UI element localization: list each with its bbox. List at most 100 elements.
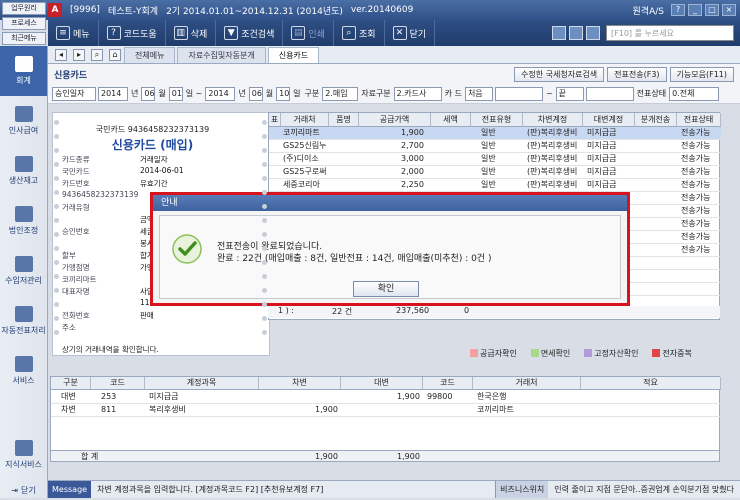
grid-header[interactable]: 차변계정 [523, 113, 583, 127]
card-from-input[interactable]: 처음 [464, 86, 493, 101]
grid-header[interactable]: 공급가액 [359, 113, 431, 127]
remote-as-button[interactable]: 원격A/S [629, 4, 668, 17]
journal-header[interactable]: 대변 [341, 377, 423, 390]
sidebar-item-income[interactable]: 수입저관리 [0, 246, 47, 296]
national-tax-button[interactable]: 수정한 국세청자료검색 [514, 66, 605, 82]
grid-row[interactable]: 코끼리마트 1,900 일반 (판)복리후생비 미지급금 전송가능 [269, 127, 721, 140]
ok-button[interactable]: 확인 [353, 281, 419, 297]
tab-credit-card[interactable]: 신용카드 [267, 47, 320, 63]
sidebar-item-inventory[interactable]: 생산재고 [0, 146, 47, 196]
div-select[interactable]: 2.매입 [322, 86, 359, 101]
slip-status-label: 전표상태 [636, 89, 667, 98]
delete-button[interactable]: ▥ 삭제 [166, 20, 217, 46]
refresh-icon[interactable] [552, 26, 566, 40]
to-year-input[interactable]: 2014 [205, 86, 236, 101]
journal-header[interactable]: 거래처 [473, 377, 581, 390]
card-from-name[interactable] [494, 86, 543, 101]
grid-header[interactable]: 대변계정 [583, 113, 635, 127]
card-field-row: 전화번호 판매 [62, 310, 242, 320]
sidebar-item-knowledge[interactable]: 지식서비스 [0, 430, 47, 480]
cell-status: 전송가능 [681, 180, 711, 189]
grid-header[interactable]: 품명 [329, 113, 359, 127]
journal-header[interactable]: 코드 [423, 377, 473, 390]
quick-button-recent[interactable]: 최근메뉴 [2, 32, 46, 45]
card-to-input[interactable]: 끝 [555, 86, 584, 101]
grid-row[interactable]: 세중코리아 2,250 일반 (판)복리후생비 미지급금 전송가능 [269, 179, 721, 192]
grid-header[interactable]: 거래처 [281, 113, 329, 127]
punch-hole [54, 162, 59, 167]
trash-icon: ▥ [173, 26, 188, 40]
card-field-key [62, 214, 140, 224]
quick-button-principle[interactable]: 업무원리 [2, 2, 46, 15]
punch-hole [262, 288, 267, 293]
from-year-input[interactable]: 2014 [98, 86, 128, 101]
journal-row[interactable]: 차변 811 복리후생비 1,900 코끼리마트 [51, 404, 721, 417]
close-icon[interactable]: × [722, 4, 736, 16]
menu-button[interactable]: ≡ 메뉴 [48, 20, 99, 46]
legend-supplier: 공급자확인 [470, 346, 517, 360]
library-icon [14, 440, 33, 456]
tab-all-menu[interactable]: 전체메뉴 [124, 47, 176, 63]
journal-header[interactable]: 코드 [91, 377, 145, 390]
grid-row[interactable]: (주)디이소 3,000 일반 (판)복리후생비 미지급금 전송가능 [269, 153, 721, 166]
grid-header[interactable]: 전표유형 [471, 113, 523, 127]
note-icon[interactable] [586, 26, 600, 40]
maximize-icon[interactable]: □ [705, 4, 719, 16]
sidebar-item-close[interactable]: ⇥ 닫기 [0, 480, 47, 500]
slip-status-select[interactable]: 0.전체 [669, 86, 720, 101]
src-select[interactable]: 2.카드사 [393, 86, 442, 101]
from-month-input[interactable]: 06 [141, 86, 156, 101]
card-field-row: 카드번호 유효기간 [62, 178, 242, 188]
page-title: 신용카드 [54, 70, 88, 81]
help-icon[interactable]: ? [671, 4, 685, 16]
status-bar: Message 차변 계정과목을 입력합니다. [계정과목코드 F2] [추천유… [48, 480, 740, 498]
cell-type: 일반 [481, 154, 496, 163]
grid-header[interactable]: 전표상태 [677, 113, 721, 127]
code-help-button[interactable]: ? 코드도움 [99, 20, 166, 46]
minimize-icon[interactable]: _ [688, 4, 702, 16]
to-day-input[interactable]: 10 [276, 86, 291, 101]
sidebar-item-corp[interactable]: 법인조정 [0, 196, 47, 246]
sidebar-item-accounting[interactable]: 회계 [0, 46, 47, 96]
journal-header[interactable]: 구분 [51, 377, 91, 390]
search-icon[interactable]: ⌕ [91, 49, 103, 61]
journal-header[interactable]: 적요 [581, 377, 721, 390]
journal-vendor: 코끼리마트 [477, 405, 514, 414]
date-type-select[interactable]: 승인일자 [52, 86, 96, 101]
sidebar: 회계 인사급여 생산재고 법인조정 수입저관리 자동전표처리 서비스 지식서비스… [0, 46, 48, 498]
sidebar-item-auto-slip[interactable]: 자동전표처리 [0, 296, 47, 346]
calc-icon[interactable] [569, 26, 583, 40]
grid-header[interactable]: 분개전송 [635, 113, 677, 127]
grid-header[interactable]: 세액 [431, 113, 471, 127]
total-label: 1 ) : [278, 306, 294, 315]
business-news[interactable]: 인력 줄이고 지점 문닫아..증권업계 손익분기점 맞췄다 [548, 484, 740, 495]
from-day-input[interactable]: 01 [168, 86, 183, 101]
card-field-value [140, 322, 242, 332]
quick-button-process[interactable]: 프로세스 [2, 17, 46, 30]
slip-send-button[interactable]: 전표전송(F3) [607, 66, 667, 82]
sidebar-item-service[interactable]: 서비스 [0, 346, 47, 396]
grid-row[interactable]: GS25구로써 2,000 일반 (판)복리후생비 미지급금 전송가능 [269, 166, 721, 179]
punch-hole [262, 162, 267, 167]
grid-header[interactable]: 표 [269, 113, 281, 127]
function-menu-button[interactable]: 기능모음(F11) [669, 66, 734, 82]
home-icon[interactable]: ⌂ [109, 49, 121, 61]
grid-row[interactable]: GS25신림누 2,700 일반 (판)복리후생비 미지급금 전송가능 [269, 140, 721, 153]
to-month-input[interactable]: 06 [248, 86, 263, 101]
card-to-name[interactable] [585, 86, 634, 101]
tab-data-collection[interactable]: 자료수집및자동분개 [177, 47, 266, 63]
condition-search-button[interactable]: ▼ 조건검색 [216, 20, 284, 46]
print-button[interactable]: ▤ 인쇄 [283, 20, 334, 46]
journal-header[interactable]: 차변 [259, 377, 341, 390]
menu-search-input[interactable]: [F10] 를 누르세요 [606, 25, 734, 41]
card-field-value: 유효기간 [140, 179, 168, 188]
journal-vendor-code: 99800 [427, 392, 453, 401]
journal-header[interactable]: 계정과목 [145, 377, 259, 390]
journal-row[interactable]: 대변 253 미지급금 1,900 99800 한국은행 [51, 391, 721, 404]
scroll-left-icon[interactable]: ◂ [55, 49, 67, 61]
cell-vendor: (주)디이소 [283, 154, 319, 163]
view-button[interactable]: ⌕ 조회 [334, 20, 385, 46]
scroll-right-icon[interactable]: ▸ [73, 49, 85, 61]
sidebar-item-hr[interactable]: 인사급여 [0, 96, 47, 146]
close-button[interactable]: ✕ 닫기 [385, 20, 436, 46]
